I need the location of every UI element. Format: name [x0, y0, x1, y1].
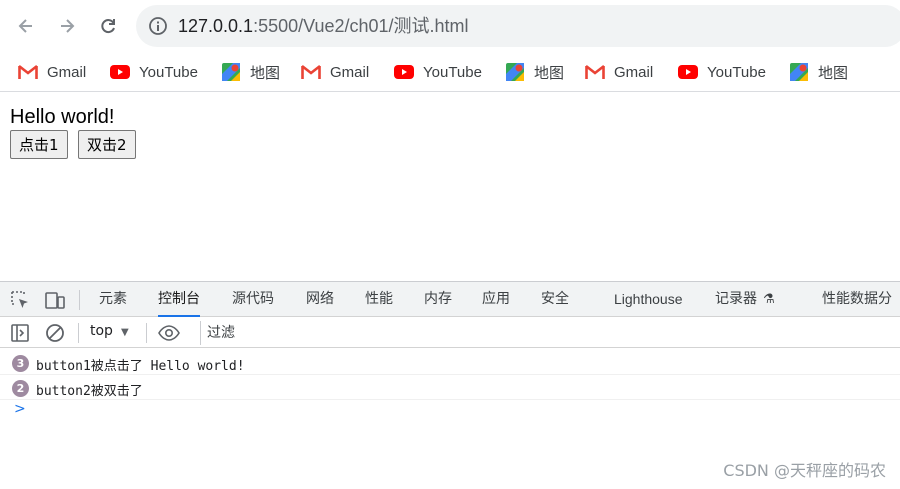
- bookmark-label: Gmail: [47, 63, 87, 81]
- bookmark-gmail[interactable]: Gmail: [301, 60, 369, 84]
- back-button[interactable]: [12, 12, 40, 40]
- gmail-icon: [301, 64, 321, 79]
- tab-memory[interactable]: 内存: [424, 282, 452, 317]
- flask-icon: ⚗: [763, 292, 775, 307]
- tab-lighthouse[interactable]: Lighthouse: [614, 282, 683, 317]
- console-message: button2被双击了: [36, 384, 143, 399]
- console-log-row[interactable]: 2 button2被双击了: [0, 375, 900, 400]
- clear-console-icon[interactable]: [44, 322, 66, 344]
- maps-icon: [222, 63, 240, 81]
- console-filter-input[interactable]: [200, 321, 900, 345]
- console-log-row[interactable]: 3 button1被点击了 Hello world!: [0, 350, 900, 375]
- bookmark-label: 地图: [250, 64, 281, 82]
- toolbar-divider: [78, 323, 79, 343]
- youtube-icon: [394, 65, 414, 79]
- tab-performance[interactable]: 性能: [365, 282, 393, 317]
- toolbar-divider: [79, 290, 80, 310]
- console-message: button1被点击了 Hello world!: [36, 359, 245, 374]
- devtools-tabbar: 元素 控制台 源代码 网络 性能 内存 应用 安全 Lighthouse 记录器…: [0, 282, 900, 317]
- url-host: 127.0.0.1: [178, 16, 254, 36]
- bookmark-gmail[interactable]: Gmail: [18, 60, 86, 84]
- address-bar[interactable]: 127.0.0.1:5500/Vue2/ch01/测试.html: [136, 5, 900, 47]
- tab-recorder[interactable]: 记录器 ⚗: [715, 282, 775, 317]
- tab-recorder-label: 记录器: [715, 291, 757, 307]
- info-icon[interactable]: [148, 16, 168, 36]
- bookmark-youtube[interactable]: YouTube: [110, 60, 198, 84]
- tab-elements[interactable]: 元素: [99, 282, 127, 317]
- forward-button[interactable]: [53, 12, 81, 40]
- toolbar-divider: [146, 323, 147, 343]
- page-heading: Hello world!: [10, 106, 115, 128]
- reload-icon: [101, 19, 115, 34]
- maps-icon: [506, 63, 524, 81]
- device-toolbar-icon[interactable]: [44, 289, 66, 311]
- tab-application[interactable]: 应用: [482, 282, 510, 317]
- inspect-element-icon[interactable]: [9, 289, 31, 311]
- tab-performance-insights[interactable]: 性能数据分: [822, 282, 892, 317]
- bookmark-gmail[interactable]: Gmail: [585, 60, 653, 84]
- bookmark-maps[interactable]: 地图: [505, 60, 564, 84]
- url-path: :5500/Vue2/ch01/测试.html: [253, 16, 469, 36]
- tab-console[interactable]: 控制台: [158, 282, 200, 317]
- bookmarks-bar: Gmail YouTube 地图 Gmail YouTube 地图 Gmail …: [0, 52, 900, 92]
- bookmark-maps[interactable]: 地图: [789, 60, 848, 84]
- page-content: Hello world! 点击1 双击2: [0, 93, 900, 281]
- youtube-icon: [678, 65, 698, 79]
- repeat-count-badge: 3: [12, 355, 29, 372]
- tab-sources[interactable]: 源代码: [232, 282, 274, 317]
- bookmark-label: Gmail: [330, 63, 370, 81]
- reload-button[interactable]: [94, 12, 122, 40]
- bookmark-maps[interactable]: 地图: [221, 60, 280, 84]
- repeat-count-badge: 2: [12, 380, 29, 397]
- bookmark-youtube[interactable]: YouTube: [678, 60, 766, 84]
- dblclick2-button[interactable]: 双击2: [78, 130, 136, 159]
- youtube-icon: [110, 65, 130, 79]
- sidebar-toggle-icon[interactable]: [9, 322, 31, 344]
- context-value: top: [90, 323, 113, 339]
- gmail-icon: [18, 64, 38, 79]
- bookmark-label: 地图: [818, 64, 849, 82]
- bookmark-label: YouTube: [139, 63, 198, 81]
- console-filter-bar: top ▼: [0, 318, 900, 348]
- back-arrow-icon: [18, 19, 32, 33]
- csdn-watermark: CSDN @天秤座的码农: [723, 461, 886, 480]
- bookmark-label: 地图: [534, 64, 565, 82]
- gmail-icon: [585, 64, 605, 79]
- context-selector[interactable]: top ▼: [90, 323, 129, 339]
- bookmark-youtube[interactable]: YouTube: [394, 60, 482, 84]
- url-text[interactable]: 127.0.0.1:5500/Vue2/ch01/测试.html: [178, 15, 469, 37]
- tab-security[interactable]: 安全: [541, 282, 569, 317]
- browser-toolbar: 127.0.0.1:5500/Vue2/ch01/测试.html: [0, 0, 900, 52]
- maps-icon: [790, 63, 808, 81]
- click1-button[interactable]: 点击1: [10, 130, 68, 159]
- bookmark-label: Gmail: [614, 63, 654, 81]
- bookmark-label: YouTube: [707, 63, 766, 81]
- eye-icon[interactable]: [157, 322, 181, 344]
- console-prompt[interactable]: >: [14, 401, 26, 417]
- tab-network[interactable]: 网络: [306, 282, 334, 317]
- chevron-down-icon: ▼: [120, 327, 129, 338]
- bookmark-label: YouTube: [423, 63, 482, 81]
- forward-arrow-icon: [61, 19, 75, 33]
